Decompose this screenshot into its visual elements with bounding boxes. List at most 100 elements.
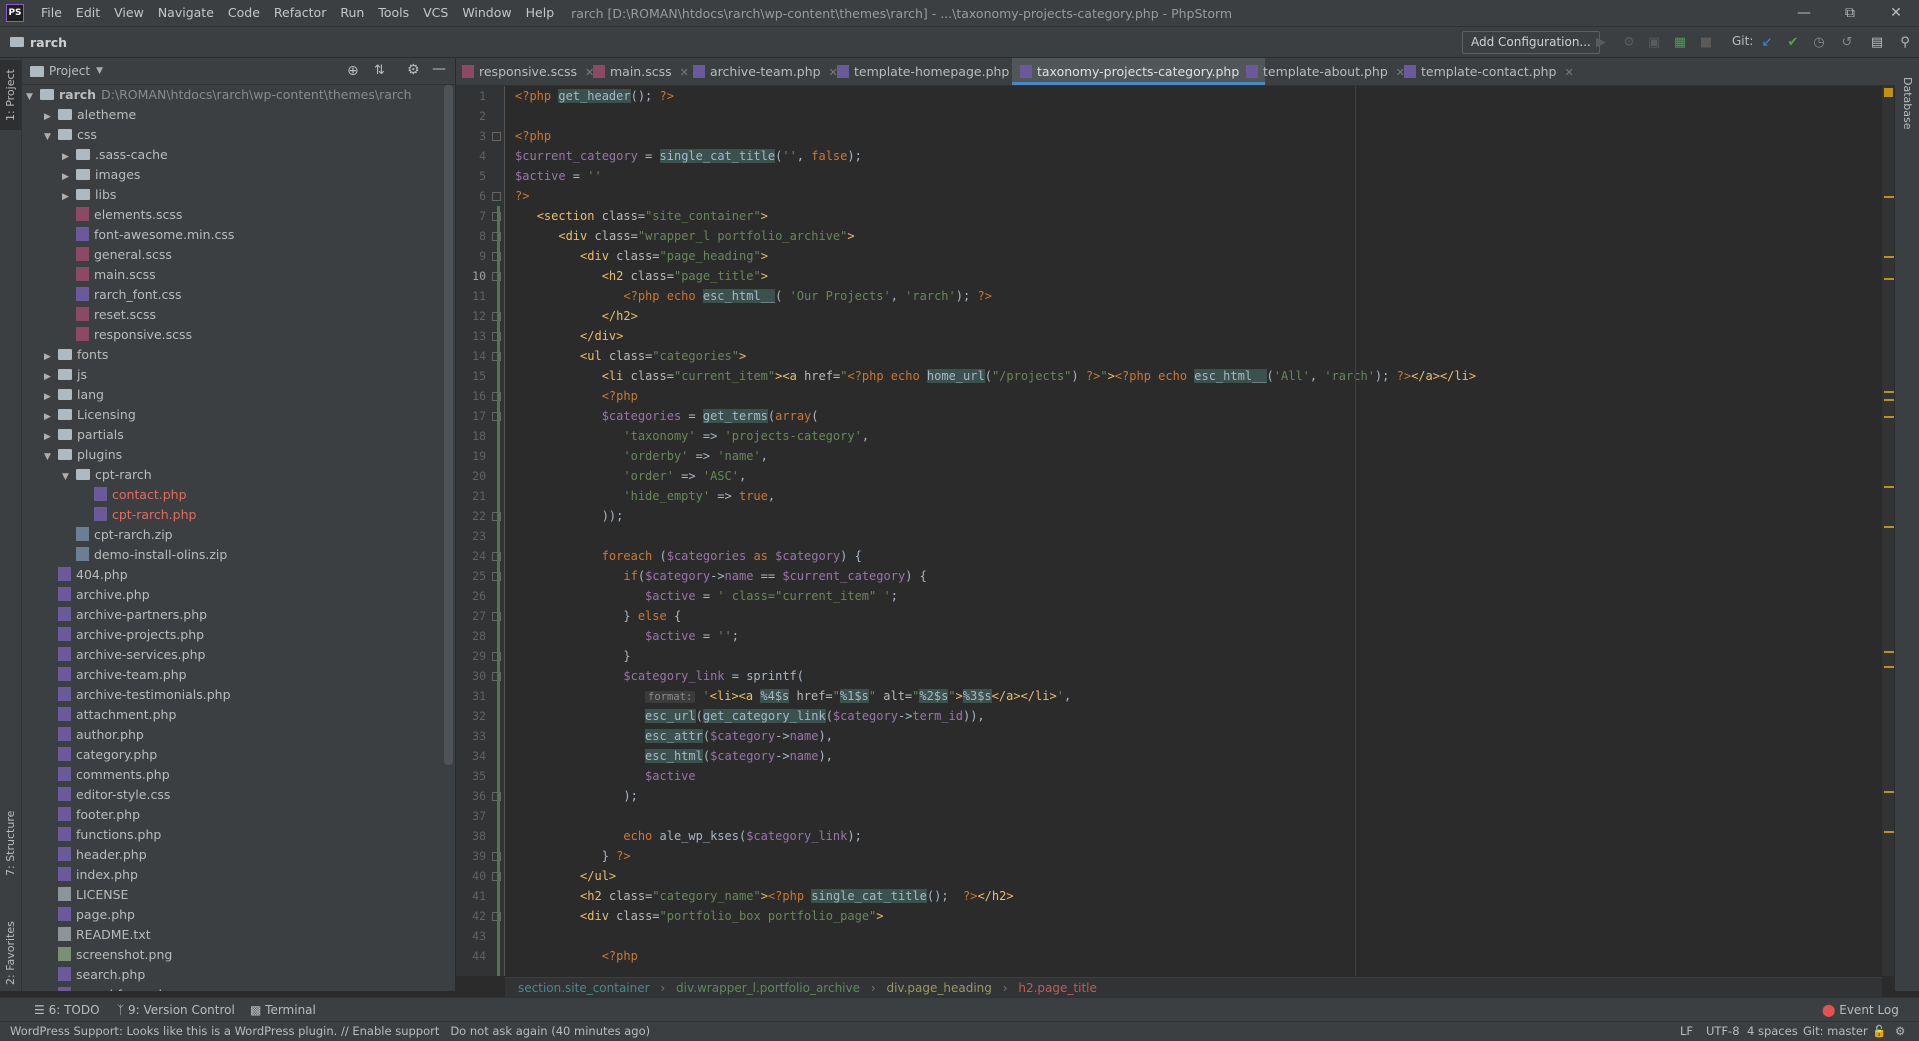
project-scrollbar[interactable] [444,85,453,765]
warning-mark[interactable] [1884,196,1894,198]
add-configuration-button[interactable]: Add Configuration... [1462,31,1600,54]
code-editor[interactable]: <?php get_header(); ?> <?php $current_ca… [505,86,1882,976]
expand-arrow-icon[interactable]: ▼ [26,87,40,107]
close-button[interactable]: ✕ [1873,0,1919,26]
tree-file[interactable]: general.scss [62,245,172,265]
run-icon[interactable]: ▶ [1592,33,1610,51]
tree-file[interactable]: main.scss [62,265,156,285]
warning-mark[interactable] [1884,278,1894,280]
tree-folder[interactable]: ▶ libs [62,185,116,205]
fold-marker-icon[interactable] [492,132,501,141]
warning-mark[interactable] [1884,526,1894,528]
tree-file[interactable]: screenshot.png [44,945,172,965]
tab-responsive-scss[interactable]: responsive.scss ✕ [462,58,594,85]
project-view-title[interactable]: Project [49,64,90,78]
event-log-button[interactable]: ⬤ Event Log [1822,998,1899,1022]
tree-file[interactable]: archive-team.php [44,665,187,685]
tree-file[interactable]: LICENSE [44,885,128,905]
search-everywhere-icon[interactable]: ⚲ [1896,33,1914,51]
tree-file[interactable]: archive-services.php [44,645,205,665]
tree-file[interactable]: rarch_font.css [62,285,181,305]
expand-arrow-icon[interactable]: ▶ [62,147,76,167]
tool-tab-favorites[interactable]: 2: Favorites [0,913,21,993]
restore-button[interactable]: ⧉ [1827,0,1873,26]
menu-view[interactable]: View [107,0,151,26]
collapse-all-icon[interactable]: ⇅ [374,63,385,78]
breadcrumb-item[interactable]: h2.page_title [1018,981,1097,995]
tree-file[interactable]: README.txt [44,925,151,945]
hide-panel-icon[interactable]: — [432,61,446,77]
tree-file[interactable]: cpt-rarch.php [80,505,196,525]
tree-root[interactable]: ▼ rarch D:\ROMAN\htdocs\rarch\wp-content\t… [26,85,412,105]
tree-file[interactable]: editor-style.css [44,785,170,805]
breadcrumb-item[interactable]: section.site_container [518,981,650,995]
version-control-tool-button[interactable]: ᛉ 9: Version Control [117,998,235,1022]
indent-setting[interactable]: 4 spaces [1747,1022,1798,1041]
menu-vcs[interactable]: VCS [416,0,455,26]
git-update-icon[interactable]: ↙ [1758,33,1776,51]
status-message[interactable]: WordPress Support: Looks like this is a … [10,1024,650,1038]
tree-file[interactable]: functions.php [44,825,161,845]
tree-folder[interactable]: ▶ aletheme [44,105,136,125]
expand-arrow-icon[interactable]: ▶ [44,347,58,367]
tree-file[interactable]: searchform.php [44,985,174,991]
tree-folder[interactable]: ▶ images [62,165,140,185]
tree-file[interactable]: footer.php [44,805,140,825]
minimize-button[interactable]: — [1781,0,1827,26]
expand-arrow-icon[interactable]: ▶ [44,107,58,127]
menu-tools[interactable]: Tools [371,0,416,26]
tree-folder[interactable]: ▶ Licensing [44,405,136,425]
lock-icon[interactable]: 🔓 [1872,1022,1886,1041]
vcs-change-marker[interactable] [497,206,500,976]
warning-mark[interactable] [1884,651,1894,653]
menu-file[interactable]: File [34,0,69,26]
tree-folder[interactable]: ▼ css [44,125,97,145]
expand-arrow-icon[interactable]: ▶ [44,407,58,427]
tree-file[interactable]: demo-install-olins.zip [62,545,227,565]
todo-tool-button[interactable]: ☰ 6: TODO [34,998,100,1022]
tree-file[interactable]: archive.php [44,585,150,605]
tree-folder[interactable]: ▶ fonts [44,345,108,365]
tree-folder[interactable]: ▼ plugins [44,445,122,465]
terminal-tool-button[interactable]: ▩ Terminal [250,998,316,1022]
warning-mark[interactable] [1884,666,1894,668]
tree-file[interactable]: elements.scss [62,205,182,225]
menu-window[interactable]: Window [455,0,518,26]
tab-archive-team-php[interactable]: archive-team.php ✕ [693,58,838,85]
tree-file[interactable]: contact.php [80,485,187,505]
warning-mark[interactable] [1884,391,1894,393]
inspector-icon[interactable]: ⚙ [1895,1022,1905,1041]
expand-arrow-icon[interactable]: ▶ [44,367,58,387]
chevron-down-icon[interactable]: ▼ [96,66,103,76]
tree-folder[interactable]: ▼ cpt-rarch [62,465,152,485]
tab-template-homepage-php[interactable]: template-homepage.php✕ [837,58,1027,85]
menu-run[interactable]: Run [333,0,371,26]
expand-arrow-icon[interactable]: ▶ [62,167,76,187]
warning-mark[interactable] [1884,791,1894,793]
tree-file[interactable]: header.php [44,845,147,865]
tree-file[interactable]: attachment.php [44,705,176,725]
tree-file[interactable]: search.php [44,965,145,985]
tree-file[interactable]: comments.php [44,765,170,785]
file-encoding[interactable]: UTF-8 [1706,1022,1740,1041]
warning-mark[interactable] [1884,831,1894,833]
tree-folder[interactable]: ▶ js [44,365,87,385]
menu-help[interactable]: Help [519,0,562,26]
tool-tab-structure[interactable]: 7: Structure [0,803,21,883]
warning-mark[interactable] [1884,486,1894,488]
tree-file[interactable]: category.php [44,745,157,765]
breadcrumb-item[interactable]: div.page_heading [886,981,991,995]
menu-code[interactable]: Code [221,0,267,26]
warning-indicator-icon[interactable] [1884,88,1893,97]
coverage-icon[interactable]: ▣ [1645,33,1663,51]
settings-gear-icon[interactable]: ⚙ [407,62,420,78]
tool-tab-project[interactable]: 1: Project [0,60,21,130]
tree-file[interactable]: 404.php [44,565,128,585]
close-tab-icon[interactable]: ✕ [1564,66,1573,79]
tree-file[interactable]: author.php [44,725,144,745]
nav-project-name[interactable]: rarch [30,35,67,50]
expand-arrow-icon[interactable]: ▶ [44,387,58,407]
tool-tab-database[interactable]: Database [1897,68,1918,138]
git-commit-icon[interactable]: ✔ [1784,33,1802,51]
git-revert-icon[interactable]: ↺ [1838,33,1856,51]
